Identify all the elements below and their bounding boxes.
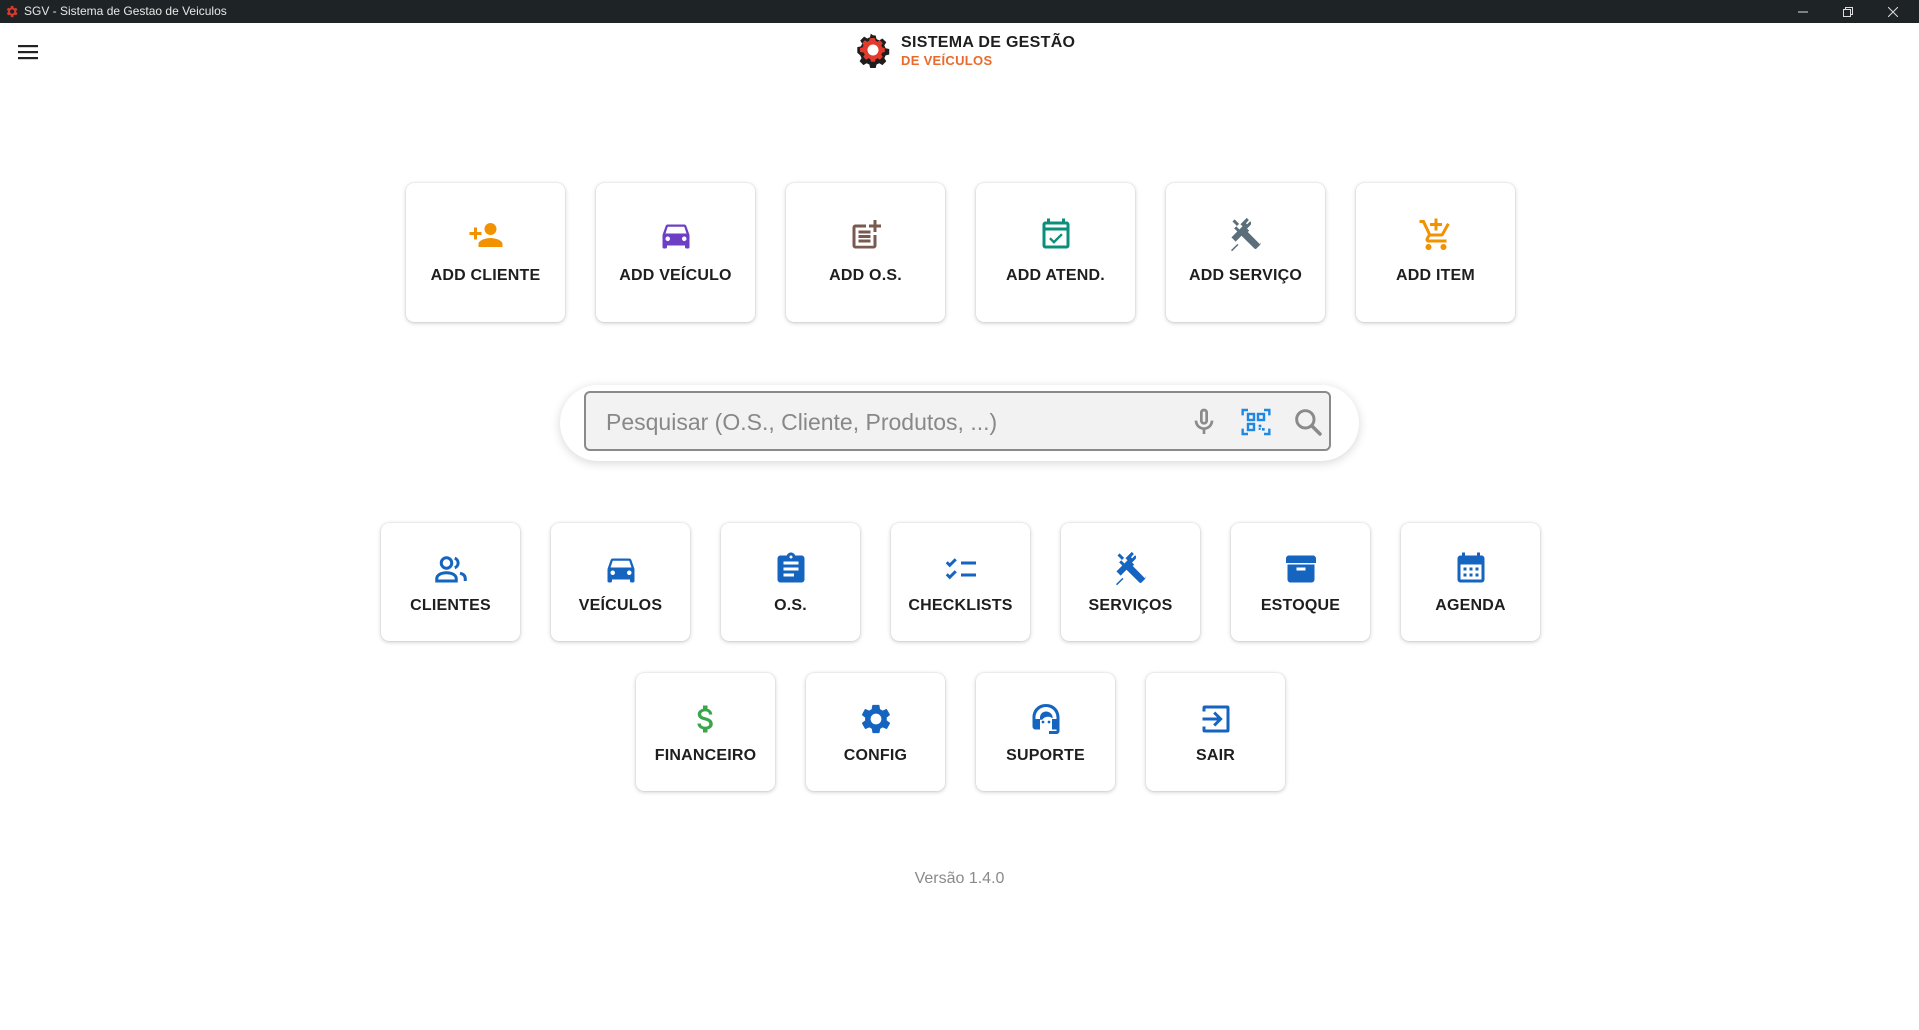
person-add-icon xyxy=(469,223,502,247)
nav-suporte-button[interactable]: SUPORTE xyxy=(976,673,1115,791)
people-icon xyxy=(434,556,467,583)
archive-icon xyxy=(1285,555,1316,583)
menu-icon[interactable] xyxy=(16,42,40,62)
nav-os-label: O.S. xyxy=(774,597,807,614)
nav-financeiro-button[interactable]: FINANCEIRO xyxy=(636,673,775,791)
nav-suporte-label: SUPORTE xyxy=(1006,747,1085,764)
nav-checklists-button[interactable]: CHECKLISTS xyxy=(891,523,1030,641)
minimize-icon xyxy=(1797,11,1808,12)
search-field xyxy=(584,391,1331,451)
search-input[interactable] xyxy=(604,393,1148,451)
tools-icon xyxy=(1115,551,1146,586)
window-title: SGV - Sistema de Gestao de Veiculos xyxy=(24,4,227,18)
brand-title: SISTEMA DE GESTÃO xyxy=(901,34,1076,51)
nav-config-button[interactable]: CONFIG xyxy=(806,673,945,791)
nav-veiculos-button[interactable]: VEÍCULOS xyxy=(551,523,690,641)
nav-agenda-button[interactable]: AGENDA xyxy=(1401,523,1540,641)
version-label: Versão 1.4.0 xyxy=(914,870,1005,887)
add-atend-label: ADD ATEND. xyxy=(1006,267,1105,284)
dollar-icon xyxy=(696,705,713,733)
close-icon xyxy=(1887,6,1898,17)
calendar-check-icon xyxy=(1042,218,1069,249)
headset-icon xyxy=(1032,704,1059,734)
car-icon xyxy=(662,224,689,249)
car-icon xyxy=(607,558,634,583)
nav-sair-label: SAIR xyxy=(1195,747,1236,764)
qr-code-scan-icon[interactable] xyxy=(1240,406,1272,438)
add-atend-button[interactable]: ADD ATEND. xyxy=(976,183,1135,322)
add-cliente-label: ADD CLIENTE xyxy=(430,267,541,284)
nav-config-label: CONFIG xyxy=(843,747,908,764)
add-servico-button[interactable]: ADD SERVIÇO xyxy=(1166,183,1325,322)
add-item-button[interactable]: ADD ITEM xyxy=(1356,183,1515,322)
calendar-icon xyxy=(1457,552,1484,583)
search-container xyxy=(560,385,1359,461)
note-add-icon xyxy=(852,220,881,249)
nav-sair-button[interactable]: SAIR xyxy=(1146,673,1285,791)
nav-veiculos-label: VEÍCULOS xyxy=(578,597,663,614)
nav-checklists-label: CHECKLISTS xyxy=(908,597,1013,614)
add-item-label: ADD ITEM xyxy=(1396,267,1475,284)
add-veiculo-label: ADD VEÍCULO xyxy=(619,267,732,284)
nav-financeiro-label: FINANCEIRO xyxy=(654,747,757,764)
nav-clientes-button[interactable]: CLIENTES xyxy=(381,523,520,641)
nav-servicos-button[interactable]: SERVIÇOS xyxy=(1061,523,1200,641)
brand-subtitle: DE VEÍCULOS xyxy=(901,53,993,68)
restore-button[interactable] xyxy=(1825,0,1870,23)
tools-icon xyxy=(1230,217,1261,252)
add-os-label: ADD O.S. xyxy=(829,267,902,284)
add-veiculo-button[interactable]: ADD VEÍCULO xyxy=(596,183,755,322)
nav-agenda-label: AGENDA xyxy=(1435,597,1506,614)
logout-icon xyxy=(1202,705,1229,733)
search-icon[interactable] xyxy=(1292,406,1324,438)
restore-icon xyxy=(1842,6,1853,17)
add-os-button[interactable]: ADD O.S. xyxy=(786,183,945,322)
minimize-button[interactable] xyxy=(1780,0,1825,23)
app-gear-icon xyxy=(6,5,18,18)
clipboard-icon xyxy=(777,552,804,583)
close-button[interactable] xyxy=(1870,0,1915,23)
nav-os-button[interactable]: O.S. xyxy=(721,523,860,641)
nav-estoque-button[interactable]: ESTOQUE xyxy=(1231,523,1370,641)
nav-servicos-label: SERVIÇOS xyxy=(1088,597,1173,614)
add-cliente-button[interactable]: ADD CLIENTE xyxy=(406,183,565,322)
nav-clientes-label: CLIENTES xyxy=(410,597,491,614)
brand-gear-logo-icon xyxy=(857,33,890,68)
gear-icon xyxy=(861,704,890,734)
window-titlebar: SGV - Sistema de Gestao de Veiculos xyxy=(0,0,1919,23)
cart-add-icon xyxy=(1419,218,1450,250)
microphone-icon[interactable] xyxy=(1188,406,1220,438)
nav-estoque-label: ESTOQUE xyxy=(1260,597,1341,614)
checklist-icon xyxy=(945,558,976,580)
add-servico-label: ADD SERVIÇO xyxy=(1188,267,1303,284)
